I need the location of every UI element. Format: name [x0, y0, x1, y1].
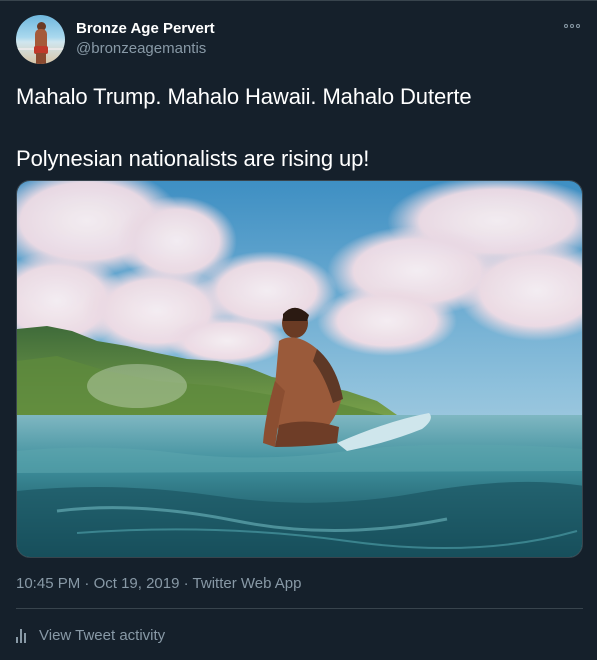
tweet-meta: 10:45 PM · Oct 19, 2019 · Twitter Web Ap… [16, 575, 301, 592]
meta-separator: · [179, 575, 193, 592]
surfer-ocean-photo [17, 181, 582, 557]
view-tweet-activity-label: View Tweet activity [39, 626, 166, 644]
bar-chart-icon [16, 627, 30, 643]
tweet-source[interactable]: Twitter Web App [193, 575, 302, 592]
view-tweet-activity-button[interactable]: View Tweet activity [16, 625, 165, 645]
divider [16, 608, 583, 609]
tweet-card: Bronze Age Pervert @bronzeagemantis Maha… [0, 0, 597, 660]
tweet-photo[interactable] [16, 180, 583, 558]
more-dot [576, 24, 580, 28]
tweet-text-line-1: Mahalo Trump. Mahalo Hawaii. Mahalo Dute… [16, 84, 472, 109]
tweet-time[interactable]: 10:45 PM [16, 575, 80, 592]
tweet-date[interactable]: Oct 19, 2019 [94, 575, 180, 592]
avatar-figure-legs [36, 53, 46, 64]
author-handle[interactable]: @bronzeagemantis [76, 40, 206, 57]
profile-avatar[interactable] [16, 15, 65, 64]
author-display-name[interactable]: Bronze Age Pervert [76, 20, 215, 37]
more-dot [564, 24, 568, 28]
more-options-icon[interactable] [560, 18, 584, 34]
tweet-text-line-2: Polynesian nationalists are rising up! [16, 146, 370, 171]
meta-separator: · [80, 575, 94, 592]
more-dot [570, 24, 574, 28]
top-border [0, 0, 597, 1]
